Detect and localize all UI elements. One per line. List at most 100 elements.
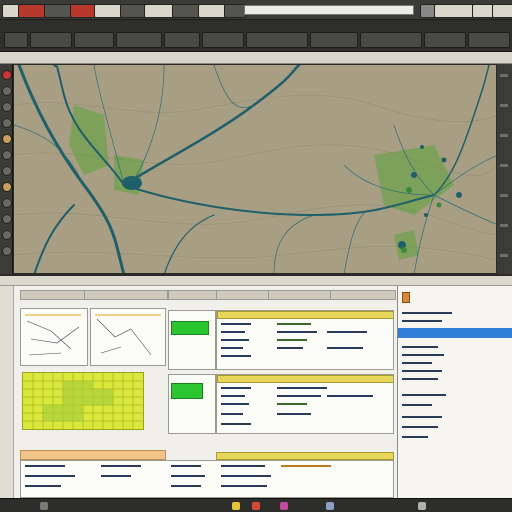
summary-panel-top[interactable] xyxy=(168,310,216,370)
select-icon[interactable] xyxy=(2,166,12,176)
map-view[interactable] xyxy=(13,64,497,274)
table-row[interactable] xyxy=(277,413,311,415)
table-row[interactable] xyxy=(221,485,267,487)
attribute-table-bottom[interactable] xyxy=(216,374,394,434)
identify-icon[interactable] xyxy=(2,134,12,144)
table-row[interactable] xyxy=(101,465,141,467)
table-row[interactable] xyxy=(25,475,75,477)
property-row[interactable] xyxy=(402,404,432,406)
previous-extent-icon[interactable] xyxy=(2,214,12,224)
refresh-icon[interactable] xyxy=(2,246,12,256)
ribbon-group-geoprocessing[interactable] xyxy=(360,32,422,48)
pan-icon[interactable] xyxy=(2,86,12,96)
table-row[interactable] xyxy=(221,347,243,349)
table-row[interactable] xyxy=(221,475,271,477)
file-button[interactable] xyxy=(18,4,46,18)
table-row[interactable] xyxy=(277,387,327,389)
table-row[interactable] xyxy=(221,355,251,357)
media-icon[interactable] xyxy=(280,502,288,510)
zoom-in-icon[interactable] xyxy=(2,102,12,112)
ribbon-group-layers[interactable] xyxy=(74,32,114,48)
ribbon-group-selection[interactable] xyxy=(116,32,162,48)
bookmark-icon[interactable] xyxy=(2,182,12,192)
ribbon-group-labeling[interactable] xyxy=(164,32,200,48)
table-row[interactable] xyxy=(277,347,303,349)
column-header[interactable] xyxy=(330,290,396,300)
ribbon-group-export[interactable] xyxy=(424,32,466,48)
full-extent-icon[interactable] xyxy=(2,198,12,208)
property-row[interactable] xyxy=(402,370,442,372)
column-header[interactable] xyxy=(84,290,168,300)
property-row[interactable] xyxy=(402,394,446,396)
ribbon-group-navigate[interactable] xyxy=(4,32,28,48)
help-button[interactable] xyxy=(224,4,246,18)
table-row[interactable] xyxy=(221,423,251,425)
summary-rows[interactable] xyxy=(20,460,394,498)
ribbon-group-symbology[interactable] xyxy=(202,32,244,48)
table-row[interactable] xyxy=(221,387,251,389)
save-button[interactable] xyxy=(44,4,72,18)
system-tray-icon[interactable] xyxy=(418,502,426,510)
address-input[interactable] xyxy=(244,5,414,15)
property-row[interactable] xyxy=(402,312,452,314)
zoom-out-icon[interactable] xyxy=(2,118,12,128)
property-row[interactable] xyxy=(402,436,428,438)
column-header[interactable] xyxy=(268,290,332,300)
measure-icon[interactable] xyxy=(2,150,12,160)
edit-button[interactable] xyxy=(70,4,96,18)
tools-button[interactable] xyxy=(172,4,200,18)
select-button[interactable] xyxy=(144,4,174,18)
table-row[interactable] xyxy=(327,331,367,333)
table-row[interactable] xyxy=(277,331,317,333)
record-icon[interactable] xyxy=(2,70,12,80)
column-header[interactable] xyxy=(20,290,86,300)
table-row[interactable] xyxy=(221,413,243,415)
property-row[interactable] xyxy=(402,378,438,380)
property-row[interactable] xyxy=(402,426,438,428)
table-row[interactable] xyxy=(221,403,249,405)
ribbon-group-analysis[interactable] xyxy=(310,32,358,48)
property-row[interactable] xyxy=(402,416,442,418)
ribbon-group-clipboard[interactable] xyxy=(30,32,72,48)
next-extent-icon[interactable] xyxy=(2,230,12,240)
map-scrollbar[interactable] xyxy=(497,64,512,274)
ribbon-group-editing[interactable] xyxy=(246,32,308,48)
table-row[interactable] xyxy=(277,403,307,405)
folder-icon[interactable] xyxy=(232,502,240,510)
settings-icon[interactable] xyxy=(326,502,334,510)
browser-icon[interactable] xyxy=(252,502,260,510)
table-row[interactable] xyxy=(171,475,205,477)
section-panel[interactable] xyxy=(90,308,166,366)
table-row[interactable] xyxy=(277,323,311,325)
property-selected-row[interactable] xyxy=(398,328,512,338)
table-row[interactable] xyxy=(277,395,321,397)
layer-button[interactable] xyxy=(120,4,146,18)
profile-panel[interactable] xyxy=(20,308,88,366)
table-row[interactable] xyxy=(221,465,265,467)
table-row[interactable] xyxy=(221,331,245,333)
ribbon-group-share[interactable] xyxy=(468,32,510,48)
property-row[interactable] xyxy=(402,354,444,356)
view-button[interactable] xyxy=(94,4,122,18)
table-row[interactable] xyxy=(25,485,61,487)
property-row[interactable] xyxy=(402,320,442,322)
table-row[interactable] xyxy=(171,485,201,487)
analysis-button[interactable] xyxy=(198,4,226,18)
property-row[interactable] xyxy=(402,362,432,364)
table-row[interactable] xyxy=(171,465,201,467)
summary-panel-bottom[interactable] xyxy=(168,374,216,434)
account-button[interactable] xyxy=(434,4,474,18)
table-row[interactable] xyxy=(327,347,363,349)
table-row[interactable] xyxy=(281,465,331,467)
attribute-table-top[interactable] xyxy=(216,310,394,370)
minimize-button[interactable] xyxy=(472,4,494,18)
table-row[interactable] xyxy=(277,339,307,341)
close-button[interactable] xyxy=(492,4,512,18)
table-row[interactable] xyxy=(101,475,131,477)
column-header[interactable] xyxy=(168,290,218,300)
table-row[interactable] xyxy=(221,323,251,325)
app-icon[interactable] xyxy=(40,502,48,510)
yellow-heat-table[interactable] xyxy=(22,372,144,430)
column-header[interactable] xyxy=(216,290,270,300)
table-row[interactable] xyxy=(221,395,245,397)
